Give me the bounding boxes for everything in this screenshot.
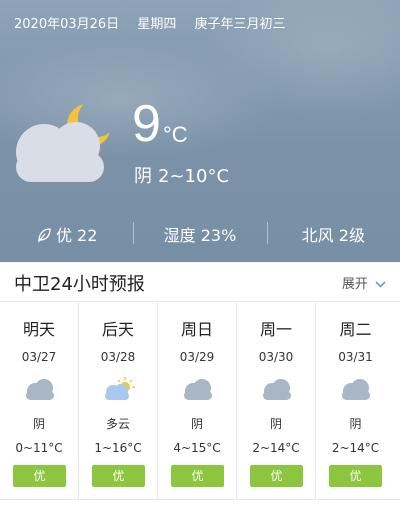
day-name: 后天 bbox=[101, 320, 134, 339]
lunar-date-text: 庚子年三月初三 bbox=[194, 17, 286, 32]
expand-label: 展开 bbox=[341, 277, 368, 292]
current-temperature: 9 bbox=[132, 95, 161, 153]
day-date: 03/31 bbox=[338, 350, 373, 364]
day-condition: 阴 bbox=[349, 417, 362, 431]
section-title: 中卫24小时预报 bbox=[14, 274, 145, 295]
divider bbox=[0, 499, 400, 500]
cloud-icon bbox=[184, 379, 212, 400]
day-temperature: 1~16°C bbox=[94, 441, 142, 455]
forecast-day[interactable]: 后天 03/28 多云 1~16°C 优 bbox=[79, 303, 158, 499]
chevron-down-icon bbox=[375, 281, 386, 288]
day-temperature: 2~14°C bbox=[331, 441, 380, 455]
cloud-icon bbox=[26, 379, 54, 400]
wind-stat: 北风 2级 bbox=[266, 222, 400, 246]
expand-button[interactable]: 展开 bbox=[342, 273, 386, 292]
aqi-badge: 优 bbox=[329, 465, 382, 487]
date-text: 2020年03月26日 bbox=[14, 17, 120, 32]
leaf-icon bbox=[38, 228, 51, 243]
cloud-moon-icon bbox=[16, 104, 110, 182]
forecast-day[interactable]: 周一 03/30 阴 2~14°C 优 bbox=[237, 303, 316, 499]
temperature-range: 2~10°C bbox=[158, 166, 230, 187]
air-quality-stat: 优 22 bbox=[0, 222, 133, 246]
day-name: 周一 bbox=[259, 320, 292, 339]
forecast-section-header: 中卫24小时预报 展开 bbox=[0, 262, 400, 302]
cloud-icon bbox=[342, 379, 370, 400]
forecast-day[interactable]: 周二 03/31 阴 2~14°C 优 bbox=[316, 303, 395, 499]
day-name: 周二 bbox=[339, 320, 372, 339]
day-condition: 多云 bbox=[105, 417, 130, 431]
current-condition: 阴 2~10°C bbox=[134, 162, 229, 188]
aqi-badge: 优 bbox=[250, 465, 303, 487]
day-condition: 阴 bbox=[32, 417, 45, 431]
day-name: 明天 bbox=[22, 320, 55, 339]
weekday-text: 星期四 bbox=[137, 17, 177, 32]
day-name: 周日 bbox=[180, 320, 213, 339]
day-date: 03/29 bbox=[179, 350, 215, 364]
daily-forecast-list: 明天 03/27 阴 0~11°C 优 后天 03/28 多云 1~16°C 优… bbox=[0, 303, 400, 499]
humidity-stat: 湿度 23% bbox=[133, 222, 266, 246]
day-condition: 阴 bbox=[190, 417, 203, 431]
day-date: 03/28 bbox=[100, 350, 136, 364]
condition-text: 阴 bbox=[134, 166, 152, 187]
forecast-day[interactable]: 明天 03/27 阴 0~11°C 优 bbox=[0, 303, 79, 499]
day-date: 03/30 bbox=[258, 350, 294, 364]
day-temperature: 2~14°C bbox=[252, 441, 300, 455]
day-condition: 阴 bbox=[269, 417, 282, 431]
forecast-day[interactable]: 周日 03/29 阴 4~15°C 优 bbox=[158, 303, 237, 499]
date-line: 2020年03月26日 星期四 庚子年三月初三 bbox=[14, 13, 299, 32]
cloud-icon bbox=[263, 379, 291, 400]
partly-cloudy-icon bbox=[105, 377, 135, 400]
weather-stats-bar: 优 22 湿度 23% 北风 2级 bbox=[0, 214, 400, 254]
day-temperature: 4~15°C bbox=[173, 441, 221, 455]
aqi-badge: 优 bbox=[13, 465, 66, 487]
day-date: 03/27 bbox=[21, 350, 57, 364]
aqi-badge: 优 bbox=[171, 465, 224, 487]
weather-hero: 2020年03月26日 星期四 庚子年三月初三 9 °C 阴 2~10°C 优 2… bbox=[0, 0, 400, 262]
aqi-badge: 优 bbox=[92, 465, 145, 487]
day-temperature: 0~11°C bbox=[15, 441, 63, 455]
temperature-unit: °C bbox=[163, 122, 188, 147]
air-quality-text: 优 22 bbox=[55, 226, 98, 245]
humidity-text: 湿度 23% bbox=[163, 226, 237, 245]
wind-text: 北风 2级 bbox=[301, 226, 365, 245]
